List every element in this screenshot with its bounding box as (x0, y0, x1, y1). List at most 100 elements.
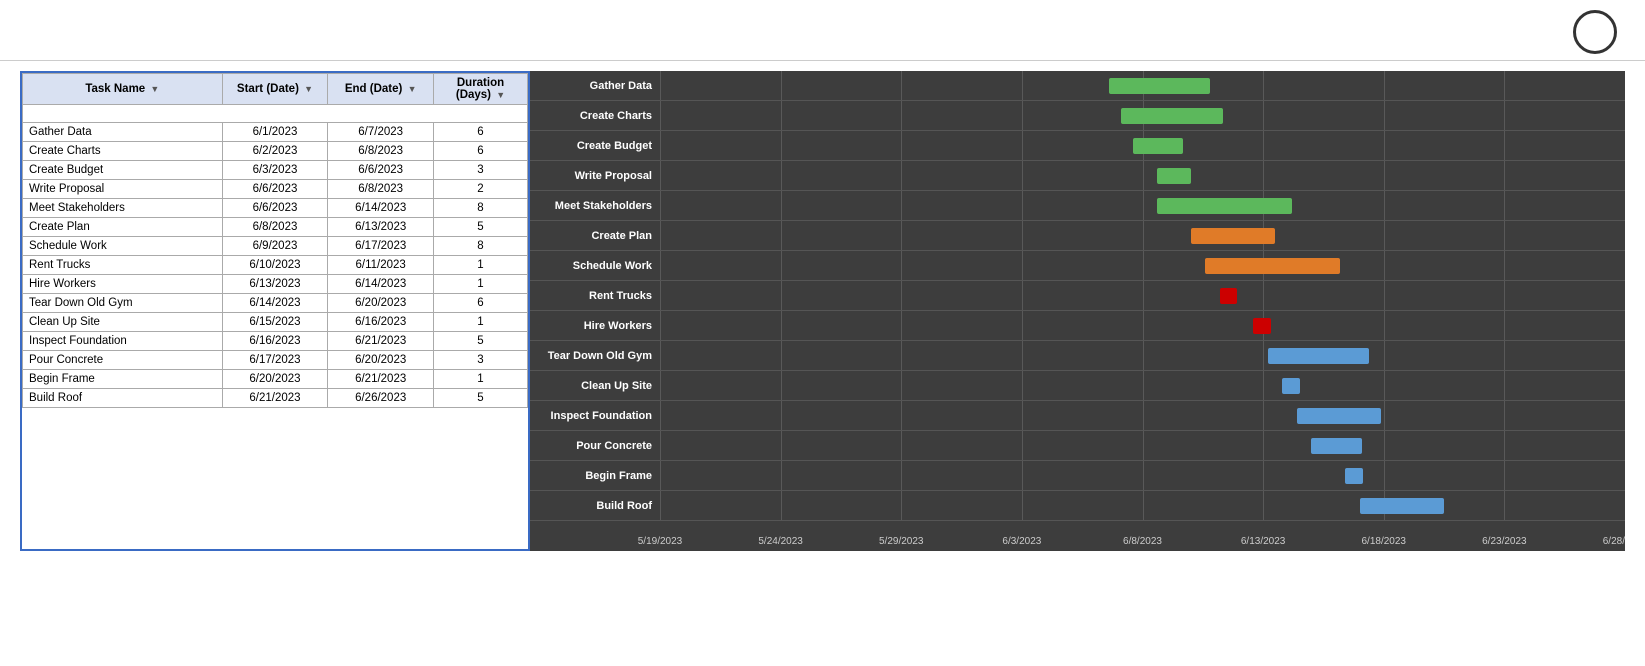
x-axis-label: 6/13/2023 (1241, 536, 1286, 547)
col-header-start[interactable]: Start (Date) ▼ (222, 74, 328, 105)
task-dur-cell: 1 (434, 370, 528, 389)
end-filter-icon[interactable]: ▼ (408, 84, 417, 94)
task-start-cell: 6/17/2023 (222, 351, 328, 370)
chart-row: Begin Frame (530, 461, 1625, 491)
task-start-cell: 6/14/2023 (222, 294, 328, 313)
chart-row: Hire Workers (530, 311, 1625, 341)
chart-row-bars (660, 311, 1625, 340)
task-start-cell: 6/8/2023 (222, 218, 328, 237)
chart-row-bars (660, 101, 1625, 130)
chart-row-bars (660, 191, 1625, 220)
x-axis-label: 6/8/2023 (1123, 536, 1162, 547)
chart-row: Create Plan (530, 221, 1625, 251)
header-center (1573, 10, 1625, 54)
chart-rows: Gather DataCreate ChartsCreate BudgetWri… (530, 71, 1625, 521)
chart-row: Schedule Work (530, 251, 1625, 281)
col-header-task[interactable]: Task Name ▼ (23, 74, 223, 105)
x-axis: 5/19/20235/24/20235/29/20236/3/20236/8/2… (660, 521, 1625, 551)
bar-green (1133, 138, 1183, 154)
task-dur-cell: 8 (434, 199, 528, 218)
task-dur-cell: 1 (434, 275, 528, 294)
bar-green (1157, 168, 1191, 184)
chart-row-label: Build Roof (530, 500, 660, 512)
task-name-cell: Meet Stakeholders (23, 199, 223, 218)
table-row: Create Plan 6/8/2023 6/13/2023 5 (23, 218, 528, 237)
task-dur-cell: 5 (434, 389, 528, 408)
task-start-cell: 6/16/2023 (222, 332, 328, 351)
bar-red (1220, 288, 1237, 304)
chart-row-label: Meet Stakeholders (530, 200, 660, 212)
table-row: Tear Down Old Gym 6/14/2023 6/20/2023 6 (23, 294, 528, 313)
task-table: Task Name ▼ Start (Date) ▼ End (Date) ▼ … (22, 73, 528, 408)
bar-orange (1205, 258, 1340, 274)
task-start-cell: 6/6/2023 (222, 180, 328, 199)
chart-row-label: Pour Concrete (530, 440, 660, 452)
task-name-cell: Write Proposal (23, 180, 223, 199)
task-start-cell: 6/13/2023 (222, 275, 328, 294)
table-row: Write Proposal 6/6/2023 6/8/2023 2 (23, 180, 528, 199)
task-start-cell: 6/1/2023 (222, 123, 328, 142)
table-header-row: Task Name ▼ Start (Date) ▼ End (Date) ▼ … (23, 74, 528, 105)
chart-row-label: Hire Workers (530, 320, 660, 332)
table-row: Build Roof 6/21/2023 6/26/2023 5 (23, 389, 528, 408)
chart-row: Pour Concrete (530, 431, 1625, 461)
chart-row: Clean Up Site (530, 371, 1625, 401)
task-dur-cell: 6 (434, 294, 528, 313)
table-row: Rent Trucks 6/10/2023 6/11/2023 1 (23, 256, 528, 275)
chart-row-label: Create Budget (530, 140, 660, 152)
x-axis-label: 6/3/2023 (1002, 536, 1041, 547)
bar-green (1109, 78, 1210, 94)
task-dur-cell: 3 (434, 161, 528, 180)
chart-row-label: Begin Frame (530, 470, 660, 482)
task-table-container: Task Name ▼ Start (Date) ▼ End (Date) ▼ … (20, 71, 530, 551)
chart-row-label: Inspect Foundation (530, 410, 660, 422)
chart-row: Rent Trucks (530, 281, 1625, 311)
chart-inner: Gather DataCreate ChartsCreate BudgetWri… (530, 71, 1625, 551)
chart-row: Create Budget (530, 131, 1625, 161)
col-header-dur[interactable]: Duration (Days) ▼ (434, 74, 528, 105)
task-end-cell: 6/26/2023 (328, 389, 434, 408)
dur-filter-icon[interactable]: ▼ (496, 90, 505, 100)
chart-row-bars (660, 161, 1625, 190)
table-row: Meet Stakeholders 6/6/2023 6/14/2023 8 (23, 199, 528, 218)
pm-logo (1573, 10, 1617, 54)
task-start-cell: 6/21/2023 (222, 389, 328, 408)
task-end-cell: 6/11/2023 (328, 256, 434, 275)
task-end-cell: 6/20/2023 (328, 351, 434, 370)
task-end-cell: 6/14/2023 (328, 199, 434, 218)
chart-row: Create Charts (530, 101, 1625, 131)
chart-row: Build Roof (530, 491, 1625, 521)
table-row: Inspect Foundation 6/16/2023 6/21/2023 5 (23, 332, 528, 351)
task-name-cell: Begin Frame (23, 370, 223, 389)
empty-row (23, 105, 528, 123)
chart-row-bars (660, 341, 1625, 370)
header-left (20, 10, 1573, 14)
chart-row-bars (660, 71, 1625, 100)
bar-orange (1191, 228, 1275, 244)
task-end-cell: 6/8/2023 (328, 180, 434, 199)
task-name-cell: Pour Concrete (23, 351, 223, 370)
task-filter-icon[interactable]: ▼ (150, 84, 159, 94)
x-axis-label: 6/28/2023 (1603, 536, 1625, 547)
task-dur-cell: 5 (434, 218, 528, 237)
bar-blue (1282, 378, 1299, 394)
chart-row: Meet Stakeholders (530, 191, 1625, 221)
col-header-end[interactable]: End (Date) ▼ (328, 74, 434, 105)
task-start-cell: 6/10/2023 (222, 256, 328, 275)
start-filter-icon[interactable]: ▼ (304, 84, 313, 94)
table-row: Begin Frame 6/20/2023 6/21/2023 1 (23, 370, 528, 389)
bar-blue (1297, 408, 1381, 424)
task-start-cell: 6/20/2023 (222, 370, 328, 389)
chart-row-bars (660, 491, 1625, 520)
table-row: Create Charts 6/2/2023 6/8/2023 6 (23, 142, 528, 161)
chart-row-label: Tear Down Old Gym (530, 350, 660, 362)
table-row: Gather Data 6/1/2023 6/7/2023 6 (23, 123, 528, 142)
task-dur-cell: 3 (434, 351, 528, 370)
task-dur-cell: 8 (434, 237, 528, 256)
gantt-chart-area: Gather DataCreate ChartsCreate BudgetWri… (530, 71, 1625, 551)
task-end-cell: 6/17/2023 (328, 237, 434, 256)
task-end-cell: 6/7/2023 (328, 123, 434, 142)
chart-row-bars (660, 131, 1625, 160)
chart-row-bars (660, 281, 1625, 310)
task-name-cell: Create Budget (23, 161, 223, 180)
